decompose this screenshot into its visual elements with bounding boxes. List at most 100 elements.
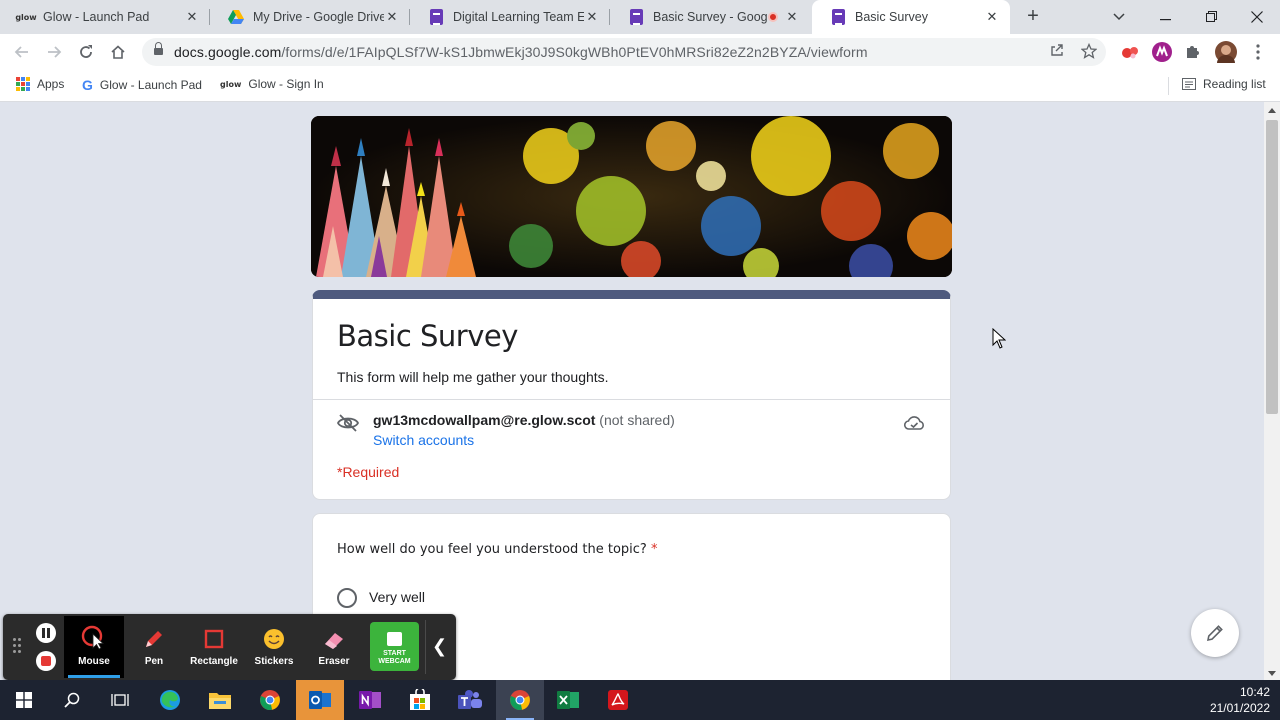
bookmark-glow-sign-in[interactable]: glow Glow - Sign In [220, 77, 324, 91]
windows-start-icon[interactable] [0, 680, 48, 720]
pause-recording-button[interactable] [36, 623, 56, 643]
acrobat-reader-icon[interactable] [594, 680, 642, 720]
minimize-button[interactable] [1142, 0, 1188, 34]
tab-title: My Drive - Google Drive [253, 10, 384, 24]
header-divider [313, 399, 950, 400]
webcam-label-line2: WEBCAM [378, 658, 411, 665]
screen-recorder-extension-icon[interactable] [1120, 42, 1140, 62]
file-explorer-icon[interactable] [196, 680, 244, 720]
tool-label: Eraser [318, 656, 350, 667]
extensions-puzzle-icon[interactable] [1184, 42, 1204, 62]
chrome-active-icon[interactable] [496, 680, 544, 720]
start-webcam-button[interactable]: START WEBCAM [370, 622, 419, 671]
apps-grid-icon [16, 77, 30, 91]
reading-list-icon [1182, 78, 1196, 90]
tool-label: Mouse [78, 656, 110, 667]
tool-label: Pen [144, 656, 164, 667]
reading-list-button[interactable]: Reading list [1182, 77, 1266, 91]
tab-basic-survey[interactable]: Basic Survey ✕ [812, 0, 1010, 34]
collapse-toolbar-button[interactable]: ❮ [432, 636, 447, 657]
close-icon[interactable]: ✕ [584, 9, 600, 25]
switch-accounts-link[interactable]: Switch accounts [373, 432, 474, 448]
account-share-status: (not shared) [595, 412, 675, 428]
back-button[interactable] [11, 41, 33, 63]
tab-search-chevron-icon[interactable] [1096, 0, 1142, 34]
task-view-icon[interactable] [96, 680, 144, 720]
profile-avatar[interactable] [1215, 41, 1237, 63]
google-icon: G [82, 77, 93, 93]
pen-icon [124, 616, 184, 650]
outlook-icon[interactable] [296, 680, 344, 720]
rectangle-tool-button[interactable]: Rectangle [184, 616, 244, 678]
close-window-button[interactable] [1234, 0, 1280, 34]
close-icon[interactable]: ✕ [984, 9, 1000, 25]
google-forms-icon [830, 9, 846, 25]
microsoft-store-icon[interactable] [396, 680, 444, 720]
browser-toolbar: docs.google.com/forms/d/e/1FAIpQLSf7W-kS… [0, 34, 1280, 70]
cloud-saved-icon [903, 415, 925, 431]
pen-tool-button[interactable]: Pen [124, 616, 184, 678]
close-icon[interactable]: ✕ [784, 9, 800, 25]
restore-button[interactable] [1188, 0, 1234, 34]
radio-very-well[interactable] [337, 588, 357, 608]
stop-recording-button[interactable] [36, 651, 56, 671]
forward-button[interactable] [43, 41, 65, 63]
bookmarks-divider [1168, 77, 1169, 95]
required-notice: *Required [337, 464, 400, 480]
reload-button[interactable] [75, 41, 97, 63]
stickers-tool-button[interactable]: Stickers [244, 616, 304, 678]
teams-icon[interactable] [446, 680, 494, 720]
search-icon[interactable] [48, 680, 96, 720]
edit-pencil-button[interactable] [1191, 609, 1239, 657]
screen-recorder-toolbar: Mouse Pen Rectangle Stickers Eraser STAR… [3, 614, 456, 680]
bookmark-star-icon[interactable] [1080, 42, 1098, 61]
address-bar[interactable]: docs.google.com/forms/d/e/1FAIpQLSf7W-kS… [142, 38, 1106, 66]
eraser-icon [304, 616, 364, 650]
extension-icon[interactable] [1152, 42, 1172, 62]
rectangle-icon [184, 616, 244, 650]
form-description: This form will help me gather your thoug… [337, 369, 609, 385]
share-icon[interactable] [1048, 43, 1066, 61]
close-icon[interactable]: ✕ [184, 9, 200, 25]
windows-taskbar: 10:42 21/01/2022 [0, 680, 1280, 720]
drag-handle-icon[interactable] [13, 638, 21, 654]
bookmark-apps[interactable]: Apps [16, 77, 64, 91]
eraser-tool-button[interactable]: Eraser [304, 616, 364, 678]
onenote-icon[interactable] [346, 680, 394, 720]
header-banner-image [311, 116, 952, 277]
tool-label: Stickers [254, 656, 294, 667]
question-text: How well do you feel you understood the … [337, 542, 658, 557]
chrome-icon[interactable] [246, 680, 294, 720]
sticker-smiley-icon [244, 616, 304, 650]
glow-icon: glow [15, 12, 37, 22]
webcam-icon [387, 632, 402, 646]
scroll-down-arrow-icon[interactable] [1268, 671, 1276, 676]
bookmark-label: Apps [37, 77, 65, 91]
mouse-tool-button[interactable]: Mouse [64, 616, 124, 678]
new-tab-button[interactable]: + [1022, 5, 1044, 27]
account-info: gw13mcdowallpam@re.glow.scot (not shared… [373, 412, 675, 428]
scrollbar-thumb[interactable] [1266, 120, 1278, 414]
reading-list-label: Reading list [1203, 77, 1266, 91]
scroll-up-arrow-icon[interactable] [1268, 108, 1276, 113]
page-scrollbar[interactable] [1264, 102, 1280, 680]
tab-glow-launch-pad[interactable]: glow Glow - Launch Pad ✕ [0, 0, 210, 34]
bookmarks-bar: Apps G Glow - Launch Pad glow Glow - Sig… [0, 70, 1280, 102]
google-drive-icon [228, 9, 244, 25]
close-icon[interactable]: ✕ [384, 9, 400, 25]
clock-date: 21/01/2022 [1209, 701, 1270, 715]
webcam-label-line1: START [383, 650, 406, 657]
bookmark-label: Glow - Sign In [248, 77, 324, 91]
more-menu-icon[interactable] [1247, 41, 1269, 63]
tab-digital-learning-team[interactable]: Digital Learning Team Eve ✕ [410, 0, 610, 34]
edge-browser-icon[interactable] [146, 680, 194, 720]
tab-basic-survey-edit[interactable]: Basic Survey - Googl ✕ [610, 0, 810, 34]
tab-title: Digital Learning Team Eve [453, 10, 584, 24]
system-clock[interactable]: 10:42 21/01/2022 [1210, 684, 1270, 716]
tab-title: Glow - Launch Pad [43, 10, 150, 24]
excel-icon[interactable] [544, 680, 592, 720]
tab-my-drive[interactable]: My Drive - Google Drive ✕ [210, 0, 410, 34]
home-button[interactable] [107, 41, 129, 63]
tab-title: Basic Survey [855, 10, 928, 24]
bookmark-glow-launch-pad[interactable]: G Glow - Launch Pad [82, 77, 202, 93]
